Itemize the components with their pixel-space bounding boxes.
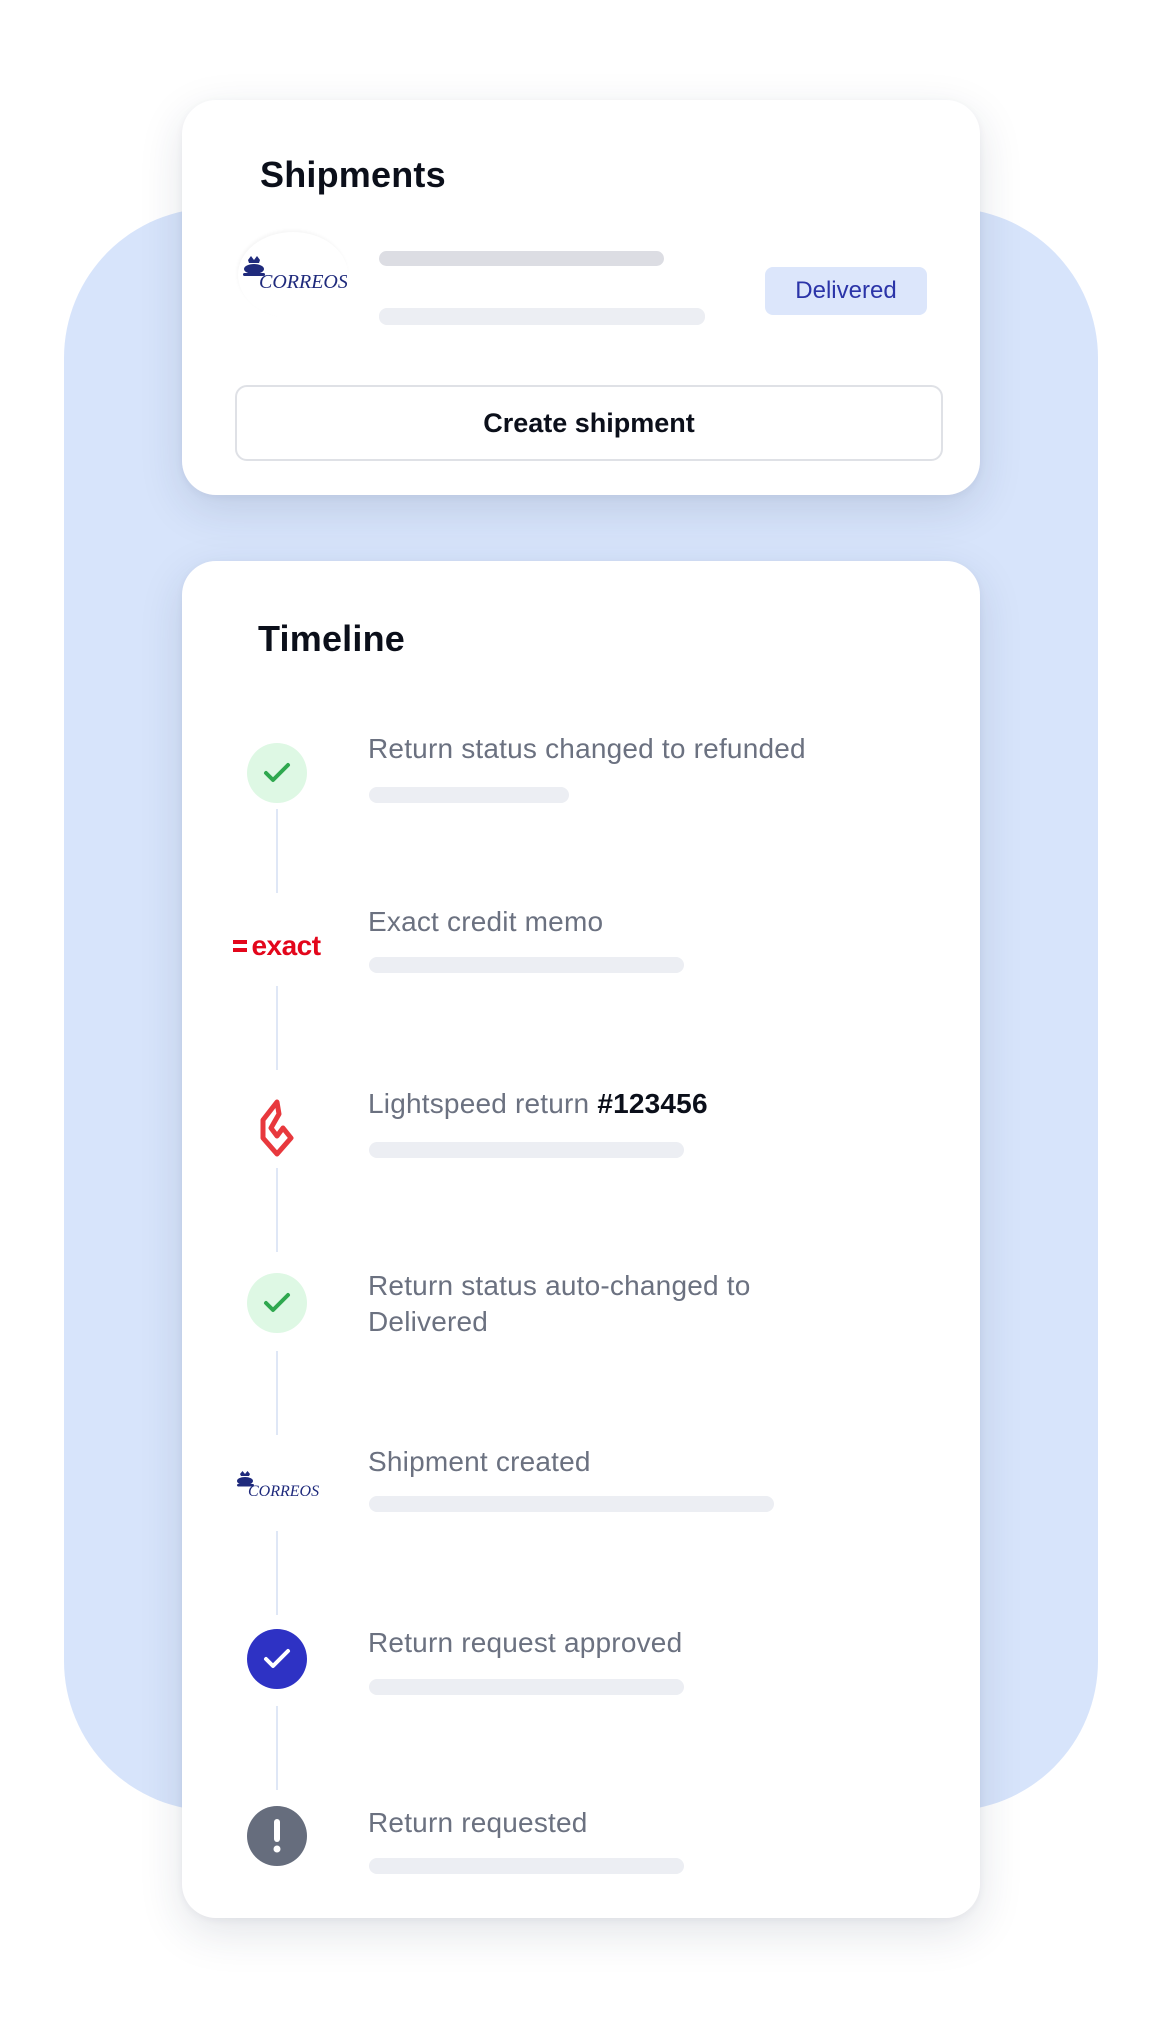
timeline-placeholder-bar [369, 1679, 684, 1695]
check-icon [247, 743, 307, 803]
timeline-event-text: Lightspeed return #123456 [368, 1086, 708, 1122]
timeline-event-label: Lightspeed return [368, 1088, 598, 1119]
shipment-placeholder-line [379, 308, 705, 325]
lightspeed-logo [247, 1098, 307, 1158]
timeline-placeholder-bar [369, 1858, 684, 1874]
timeline-connector [276, 1351, 278, 1435]
timeline-card: Timeline Return status changed to refund… [182, 561, 980, 1918]
create-shipment-button[interactable]: Create shipment [235, 385, 943, 461]
check-icon [247, 1273, 307, 1333]
timeline-placeholder-bar [369, 1496, 774, 1512]
timeline-placeholder-bar [369, 957, 684, 973]
check-circle-icon [247, 1629, 307, 1689]
shipment-placeholder-line [379, 251, 664, 266]
status-badge: Delivered [765, 267, 927, 315]
svg-text:CORREOS: CORREOS [248, 1483, 319, 1500]
timeline-placeholder-bar [369, 1142, 684, 1158]
shipments-card: Shipments CORREOS Delivered Create shipm… [182, 100, 980, 495]
timeline-event-text: Return request approved [368, 1627, 683, 1658]
correos-logo: CORREOS [238, 232, 348, 318]
timeline-event-text: Shipment created [368, 1446, 591, 1477]
timeline-connector [276, 1168, 278, 1252]
return-reference: #123456 [597, 1088, 708, 1119]
timeline-event-text: Return status auto-changed to Delivered [368, 1270, 751, 1337]
timeline-event-text: Exact credit memo [368, 906, 604, 937]
timeline-connector [276, 986, 278, 1070]
exact-logo: exact [222, 916, 332, 976]
timeline-connector [276, 809, 278, 893]
timeline-connector [276, 1531, 278, 1615]
timeline-title: Timeline [258, 618, 405, 659]
svg-text:CORREOS: CORREOS [259, 271, 347, 293]
shipments-title: Shipments [260, 154, 446, 195]
exclamation-icon [247, 1806, 307, 1866]
correos-logo: CORREOS [222, 1456, 332, 1516]
timeline-event-text: Return status changed to refunded [368, 733, 806, 764]
timeline-placeholder-bar [369, 787, 569, 803]
timeline-event-text: Return requested [368, 1807, 588, 1838]
timeline-connector [276, 1706, 278, 1790]
